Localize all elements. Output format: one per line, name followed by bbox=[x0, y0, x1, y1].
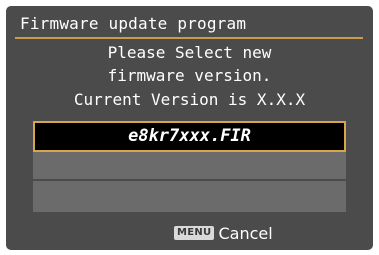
firmware-file-item-selected[interactable]: e8kr7xxx.FIR bbox=[33, 121, 346, 152]
firmware-file-label: e8kr7xxx.FIR bbox=[128, 126, 251, 146]
title-divider bbox=[15, 37, 363, 39]
message-line-1: Please Select new bbox=[107, 43, 272, 62]
cancel-label: Cancel bbox=[218, 223, 273, 243]
message-line-2: firmware version. bbox=[107, 66, 272, 85]
firmware-file-item-empty[interactable] bbox=[33, 183, 346, 212]
firmware-file-list: e8kr7xxx.FIR bbox=[33, 121, 346, 212]
current-version-text: Current Version is X.X.X bbox=[73, 90, 306, 109]
firmware-file-item-empty[interactable] bbox=[33, 152, 346, 181]
camera-lcd-screen: Firmware update program Please Select ne… bbox=[6, 6, 373, 250]
menu-button-icon: MENU bbox=[174, 226, 215, 240]
screen-title: Firmware update program bbox=[20, 14, 247, 33]
cancel-button[interactable]: MENU Cancel bbox=[174, 223, 273, 243]
